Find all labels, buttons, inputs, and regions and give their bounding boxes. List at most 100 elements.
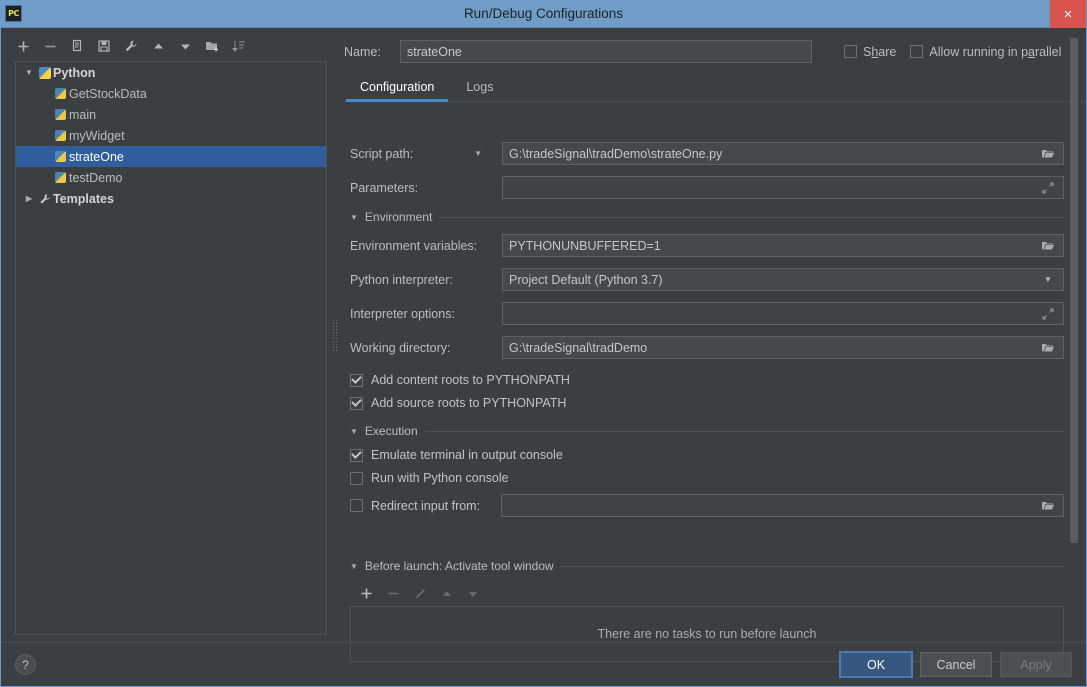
tree-node-label: GetStockData bbox=[69, 86, 147, 101]
wrench-icon[interactable] bbox=[123, 38, 139, 54]
interpreter-options-input[interactable] bbox=[502, 302, 1064, 325]
splitter-grip bbox=[332, 319, 337, 351]
add-content-roots-label: Add content roots to PYTHONPATH bbox=[371, 373, 570, 387]
dialog-footer: ? OK Cancel Apply bbox=[1, 642, 1086, 686]
chevron-down-icon[interactable]: ▼ bbox=[22, 68, 36, 77]
parameters-row: Parameters: bbox=[350, 176, 1064, 199]
parameters-label: Parameters: bbox=[350, 180, 419, 195]
python-interpreter-row: Python interpreter: Project Default (Pyt… bbox=[350, 268, 1064, 291]
script-path-value: G:\tradeSignal\tradDemo\strateOne.py bbox=[509, 146, 723, 161]
before-launch-section-header[interactable]: ▼ Before launch: Activate tool window bbox=[350, 559, 1064, 573]
remove-task-button[interactable] bbox=[387, 587, 400, 600]
chevron-down-icon[interactable]: ▼ bbox=[474, 149, 482, 158]
python-file-icon bbox=[52, 109, 69, 120]
folder-icon[interactable] bbox=[1039, 342, 1057, 354]
tree-node-main[interactable]: main bbox=[16, 104, 326, 125]
allow-parallel-checkbox-box[interactable] bbox=[910, 45, 924, 58]
dialog-buttons: OK Cancel Apply bbox=[840, 652, 1072, 677]
environment-variables-input[interactable]: PYTHONUNBUFFERED=1 bbox=[502, 234, 1064, 257]
emulate-terminal-checkbox-box[interactable] bbox=[350, 448, 363, 462]
tree-node-label: testDemo bbox=[69, 170, 123, 185]
add-source-roots-checkbox[interactable]: Add source roots to PYTHONPATH bbox=[350, 396, 1064, 410]
emulate-terminal-label: Emulate terminal in output console bbox=[371, 448, 563, 462]
configurations-panel: ▼ Python GetStockData main myWidget stra… bbox=[1, 28, 331, 642]
before-launch-toolbar bbox=[350, 583, 1064, 606]
share-checkbox-box[interactable] bbox=[844, 45, 857, 58]
cancel-button[interactable]: Cancel bbox=[920, 652, 992, 677]
pencil-icon[interactable] bbox=[414, 587, 427, 600]
environment-variables-label: Environment variables: bbox=[350, 238, 478, 253]
run-with-console-checkbox[interactable]: Run with Python console bbox=[350, 471, 1064, 485]
tab-logs[interactable]: Logs bbox=[450, 76, 509, 101]
task-move-down-button[interactable] bbox=[467, 588, 479, 600]
folder-icon[interactable] bbox=[1039, 500, 1057, 512]
working-directory-row: Working directory: G:\tradeSignal\tradDe… bbox=[350, 336, 1064, 359]
tree-node-getstockdata[interactable]: GetStockData bbox=[16, 83, 326, 104]
configuration-editor-panel: Name: Share Allow running in parallel Co… bbox=[338, 28, 1086, 662]
script-path-label-wrap: Script path: ▼ bbox=[350, 147, 502, 161]
scrollbar-thumb[interactable] bbox=[1070, 38, 1078, 543]
chevron-down-icon[interactable]: ▼ bbox=[350, 562, 358, 571]
add-task-button[interactable] bbox=[360, 587, 373, 600]
add-content-roots-checkbox-box[interactable] bbox=[350, 373, 363, 387]
new-folder-icon[interactable] bbox=[204, 38, 220, 54]
tree-node-mywidget[interactable]: myWidget bbox=[16, 125, 326, 146]
apply-button[interactable]: Apply bbox=[1000, 652, 1072, 677]
tab-configuration[interactable]: Configuration bbox=[344, 76, 450, 102]
chevron-down-icon[interactable]: ▼ bbox=[350, 213, 358, 222]
add-source-roots-checkbox-box[interactable] bbox=[350, 396, 363, 410]
tree-node-strateone[interactable]: strateOne bbox=[16, 146, 326, 167]
save-icon[interactable] bbox=[96, 38, 112, 54]
arrow-up-icon[interactable] bbox=[150, 38, 166, 54]
run-with-console-checkbox-box[interactable] bbox=[350, 471, 363, 485]
editor-scrollbar[interactable] bbox=[1069, 38, 1079, 634]
add-configuration-button[interactable] bbox=[15, 38, 31, 54]
python-interpreter-select[interactable]: Project Default (Python 3.7) ▼ bbox=[502, 268, 1064, 291]
panel-splitter[interactable] bbox=[331, 28, 338, 642]
ok-button[interactable]: OK bbox=[840, 652, 912, 677]
share-checkbox-label: Share bbox=[863, 44, 897, 59]
redirect-input-field[interactable] bbox=[501, 494, 1064, 517]
script-path-row: Script path: ▼ G:\tradeSignal\tradDemo\s… bbox=[350, 142, 1064, 165]
parameters-input[interactable] bbox=[502, 176, 1064, 199]
redirect-input-checkbox-box[interactable] bbox=[350, 499, 363, 512]
add-content-roots-checkbox[interactable]: Add content roots to PYTHONPATH bbox=[350, 373, 1064, 387]
wrench-icon bbox=[36, 193, 53, 205]
tree-node-testdemo[interactable]: testDemo bbox=[16, 167, 326, 188]
dialog-body: ▼ Python GetStockData main myWidget stra… bbox=[1, 28, 1086, 662]
configuration-form: Script path: ▼ G:\tradeSignal\tradDemo\s… bbox=[344, 130, 1064, 662]
expand-icon[interactable] bbox=[1039, 181, 1057, 194]
remove-configuration-button[interactable] bbox=[42, 38, 58, 54]
pycharm-logo-icon: PC bbox=[5, 5, 22, 22]
emulate-terminal-checkbox[interactable]: Emulate terminal in output console bbox=[350, 448, 1064, 462]
tree-node-templates[interactable]: ▶ Templates bbox=[16, 188, 326, 209]
help-button[interactable]: ? bbox=[15, 654, 36, 675]
expand-icon[interactable] bbox=[1039, 307, 1057, 320]
configurations-tree[interactable]: ▼ Python GetStockData main myWidget stra… bbox=[15, 61, 327, 635]
chevron-down-icon[interactable]: ▼ bbox=[1039, 275, 1057, 284]
section-divider bbox=[424, 430, 1064, 432]
execution-section-header[interactable]: ▼ Execution bbox=[350, 424, 1064, 438]
folder-icon[interactable] bbox=[1039, 240, 1057, 252]
tree-node-python[interactable]: ▼ Python bbox=[16, 62, 326, 83]
working-directory-input[interactable]: G:\tradeSignal\tradDemo bbox=[502, 336, 1064, 359]
environment-section-header[interactable]: ▼ Environment bbox=[350, 210, 1064, 224]
python-interpreter-label: Python interpreter: bbox=[350, 272, 453, 287]
task-move-up-button[interactable] bbox=[441, 588, 453, 600]
name-input[interactable] bbox=[400, 40, 812, 63]
copy-icon[interactable] bbox=[69, 38, 85, 54]
sort-icon[interactable] bbox=[231, 38, 247, 54]
chevron-right-icon[interactable]: ▶ bbox=[22, 194, 36, 203]
close-icon[interactable]: × bbox=[1050, 0, 1086, 28]
arrow-down-icon[interactable] bbox=[177, 38, 193, 54]
allow-parallel-checkbox[interactable]: Allow running in parallel bbox=[910, 45, 1061, 59]
title-bar: PC Run/Debug Configurations × bbox=[1, 0, 1086, 28]
chevron-down-icon[interactable]: ▼ bbox=[350, 427, 358, 436]
editor-tabs: Configuration Logs bbox=[344, 76, 1086, 102]
folder-icon[interactable] bbox=[1039, 148, 1057, 160]
script-path-input[interactable]: G:\tradeSignal\tradDemo\strateOne.py bbox=[502, 142, 1064, 165]
allow-parallel-checkbox-label: Allow running in parallel bbox=[929, 44, 1062, 59]
share-checkbox[interactable]: Share bbox=[844, 45, 896, 59]
redirect-input-label: Redirect input from: bbox=[371, 498, 481, 513]
environment-variables-value: PYTHONUNBUFFERED=1 bbox=[509, 238, 661, 253]
